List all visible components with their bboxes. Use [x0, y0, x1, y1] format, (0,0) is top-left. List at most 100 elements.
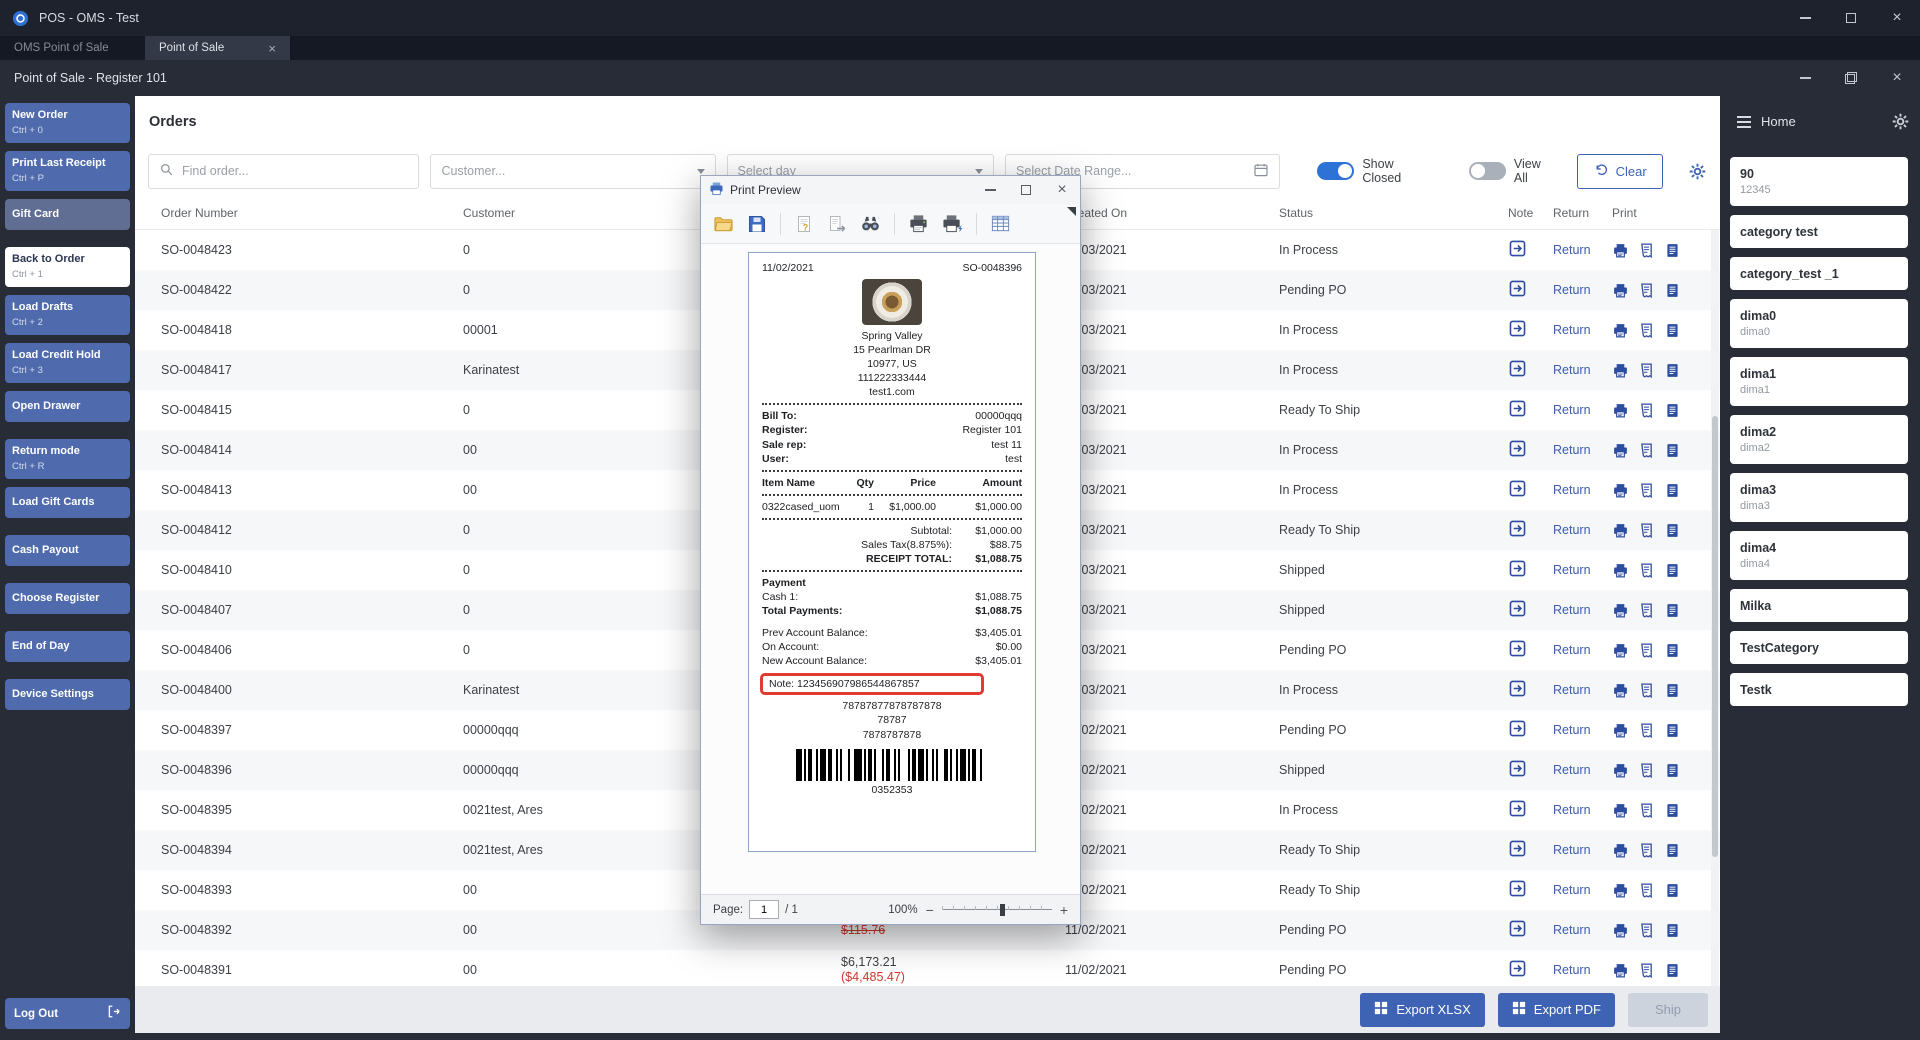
- return-link[interactable]: Return: [1553, 563, 1591, 577]
- print-gift-receipt-icon[interactable]: [1638, 962, 1655, 979]
- sidebar-item-gift-card[interactable]: Gift Card: [5, 199, 130, 230]
- show-closed-toggle[interactable]: [1317, 162, 1355, 180]
- category-card[interactable]: dima0 dima0: [1730, 299, 1908, 348]
- note-icon[interactable]: [1508, 239, 1527, 258]
- ship-button[interactable]: Ship: [1627, 992, 1708, 1027]
- inner-restore-button[interactable]: [1828, 60, 1874, 96]
- inner-minimize-button[interactable]: [1782, 60, 1828, 96]
- sidebar-item-return-mode[interactable]: Return mode Ctrl + R: [5, 439, 130, 479]
- sidebar-item-load-credit-hold[interactable]: Load Credit Hold Ctrl + 3: [5, 343, 130, 383]
- print-gift-receipt-icon[interactable]: [1638, 762, 1655, 779]
- zoom-in-button[interactable]: +: [1060, 903, 1068, 917]
- category-card[interactable]: dima2 dima2: [1730, 415, 1908, 464]
- help-icon[interactable]: ?: [794, 214, 814, 234]
- print-receipt-icon[interactable]: [1612, 922, 1629, 939]
- column-customer[interactable]: Customer: [451, 206, 729, 220]
- find-order-input[interactable]: [148, 153, 420, 189]
- print-gift-receipt-icon[interactable]: [1638, 482, 1655, 499]
- print-full-receipt-icon[interactable]: [1664, 962, 1681, 979]
- dialog-close-button[interactable]: ×: [1044, 176, 1080, 204]
- print-full-receipt-icon[interactable]: [1664, 242, 1681, 259]
- toolbar-overflow-icon[interactable]: [1067, 207, 1076, 216]
- category-card[interactable]: Milka: [1730, 589, 1908, 622]
- column-created-on[interactable]: Created On: [1053, 206, 1267, 220]
- grid-view-icon[interactable]: [990, 213, 1011, 234]
- note-icon[interactable]: [1508, 359, 1527, 378]
- tab-close-icon[interactable]: ×: [268, 41, 276, 56]
- print-receipt-icon[interactable]: [1612, 242, 1629, 259]
- category-card[interactable]: dima4 dima4: [1730, 531, 1908, 580]
- return-link[interactable]: Return: [1553, 603, 1591, 617]
- category-card[interactable]: category test: [1730, 215, 1908, 248]
- note-icon[interactable]: [1508, 839, 1527, 858]
- sidebar-item-load-gift-cards[interactable]: Load Gift Cards: [5, 487, 130, 518]
- return-link[interactable]: Return: [1553, 843, 1591, 857]
- sidebar-item-device-settings[interactable]: Device Settings: [5, 679, 130, 710]
- print-gift-receipt-icon[interactable]: [1638, 842, 1655, 859]
- print-receipt-icon[interactable]: [1612, 762, 1629, 779]
- note-icon[interactable]: [1508, 439, 1527, 458]
- tab-point-of-sale[interactable]: Point of Sale ×: [145, 36, 290, 60]
- return-link[interactable]: Return: [1553, 483, 1591, 497]
- print-full-receipt-icon[interactable]: [1664, 562, 1681, 579]
- clear-filters-button[interactable]: Clear: [1577, 153, 1664, 189]
- note-icon[interactable]: [1508, 919, 1527, 938]
- logout-button[interactable]: Log Out: [5, 998, 130, 1029]
- print-receipt-icon[interactable]: [1612, 442, 1629, 459]
- return-link[interactable]: Return: [1553, 443, 1591, 457]
- print-icon[interactable]: [908, 213, 929, 234]
- print-full-receipt-icon[interactable]: [1664, 722, 1681, 739]
- print-gift-receipt-icon[interactable]: [1638, 322, 1655, 339]
- print-full-receipt-icon[interactable]: [1664, 402, 1681, 419]
- save-icon[interactable]: [747, 214, 767, 234]
- print-full-receipt-icon[interactable]: [1664, 602, 1681, 619]
- print-gift-receipt-icon[interactable]: [1638, 602, 1655, 619]
- category-card[interactable]: TestCategory: [1730, 631, 1908, 664]
- category-card[interactable]: 90 12345: [1730, 157, 1908, 206]
- window-close-button[interactable]: ×: [1874, 0, 1920, 36]
- note-icon[interactable]: [1508, 799, 1527, 818]
- view-all-toggle[interactable]: [1468, 162, 1506, 180]
- sidebar-item-cash-payout[interactable]: Cash Payout: [5, 535, 130, 566]
- customer-filter-select[interactable]: Customer...: [430, 153, 716, 189]
- sidebar-item-end-of-day[interactable]: End of Day: [5, 631, 130, 662]
- note-icon[interactable]: [1508, 319, 1527, 338]
- return-link[interactable]: Return: [1553, 403, 1591, 417]
- print-receipt-icon[interactable]: [1612, 402, 1629, 419]
- note-icon[interactable]: [1508, 959, 1527, 978]
- print-gift-receipt-icon[interactable]: [1638, 442, 1655, 459]
- note-icon[interactable]: [1508, 879, 1527, 898]
- print-receipt-icon[interactable]: [1612, 842, 1629, 859]
- quick-print-icon[interactable]: [942, 213, 963, 234]
- print-full-receipt-icon[interactable]: [1664, 282, 1681, 299]
- scrollbar-thumb[interactable]: [1712, 416, 1718, 857]
- print-full-receipt-icon[interactable]: [1664, 802, 1681, 819]
- column-status[interactable]: Status: [1267, 206, 1496, 220]
- print-full-receipt-icon[interactable]: [1664, 682, 1681, 699]
- print-receipt-icon[interactable]: [1612, 722, 1629, 739]
- export-pdf-button[interactable]: Export PDF: [1497, 992, 1615, 1027]
- note-icon[interactable]: [1508, 719, 1527, 738]
- note-icon[interactable]: [1508, 759, 1527, 778]
- print-gift-receipt-icon[interactable]: [1638, 282, 1655, 299]
- return-link[interactable]: Return: [1553, 523, 1591, 537]
- table-row[interactable]: SO-0048391 00 $6,173.21 ($4,485.47) 11/02/20…: [135, 950, 1720, 986]
- page-number-input[interactable]: [749, 900, 780, 919]
- print-receipt-icon[interactable]: [1612, 362, 1629, 379]
- print-gift-receipt-icon[interactable]: [1638, 922, 1655, 939]
- return-link[interactable]: Return: [1553, 243, 1591, 257]
- print-gift-receipt-icon[interactable]: [1638, 402, 1655, 419]
- print-receipt-icon[interactable]: [1612, 562, 1629, 579]
- return-link[interactable]: Return: [1553, 963, 1591, 977]
- print-gift-receipt-icon[interactable]: [1638, 242, 1655, 259]
- print-full-receipt-icon[interactable]: [1664, 922, 1681, 939]
- note-icon[interactable]: [1508, 599, 1527, 618]
- print-receipt-icon[interactable]: [1612, 882, 1629, 899]
- print-full-receipt-icon[interactable]: [1664, 322, 1681, 339]
- table-scrollbar[interactable]: [1711, 230, 1719, 986]
- note-icon[interactable]: [1508, 639, 1527, 658]
- note-icon[interactable]: [1508, 559, 1527, 578]
- return-link[interactable]: Return: [1553, 883, 1591, 897]
- zoom-slider-handle[interactable]: [1000, 904, 1006, 916]
- print-full-receipt-icon[interactable]: [1664, 522, 1681, 539]
